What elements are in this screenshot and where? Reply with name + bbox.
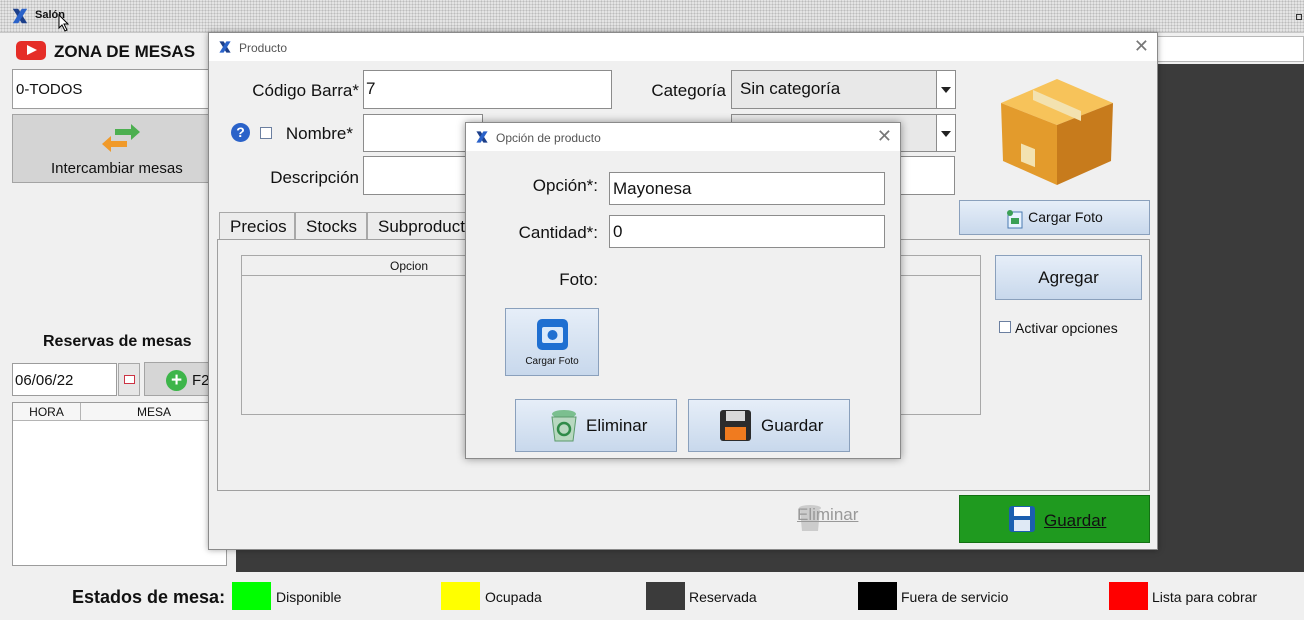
legend-label-reservada: Reservada xyxy=(689,589,757,605)
tab-stocks[interactable]: Stocks xyxy=(295,212,367,240)
barcode-label: Código Barra* xyxy=(252,81,359,100)
quantity-field[interactable]: 0 xyxy=(609,215,885,248)
reservation-date-field[interactable]: 06/06/22 xyxy=(12,363,117,396)
upload-photo-label: Cargar Foto xyxy=(1028,209,1103,225)
delete-product-button[interactable]: Eliminar xyxy=(797,505,858,525)
secondary-field[interactable] xyxy=(899,156,955,195)
main-titlebar: Salón xyxy=(0,0,1304,33)
video-icon[interactable] xyxy=(16,41,46,60)
barcode-field[interactable]: 7 xyxy=(363,70,612,109)
reservations-title: Reservas de mesas xyxy=(43,333,192,350)
chevron-down-icon xyxy=(936,115,955,151)
option-label: Opción*: xyxy=(532,176,598,195)
option-dialog-title: Opción de producto xyxy=(496,131,601,145)
app-logo-icon xyxy=(12,8,28,24)
activate-options-checkbox[interactable] xyxy=(999,321,1011,333)
floppy-disk-icon xyxy=(1009,506,1035,532)
photo-label: Foto: xyxy=(559,270,598,289)
legend-label-disponible: Disponible xyxy=(276,589,342,605)
legend-label-lista-cobrar: Lista para cobrar xyxy=(1152,589,1258,605)
product-dialog-title: Producto xyxy=(239,41,288,55)
category-label: Categoría xyxy=(651,81,726,100)
save-product-label: Guardar xyxy=(1044,511,1107,530)
delete-option-button[interactable]: Eliminar xyxy=(515,399,677,452)
nombre-checkbox[interactable] xyxy=(260,127,272,139)
column-header-opcion[interactable]: Opcion xyxy=(390,256,428,276)
option-upload-photo-label: Cargar Foto xyxy=(525,356,579,367)
zone-select[interactable]: 0-TODOS xyxy=(12,69,212,109)
tab-precios[interactable]: Precios xyxy=(219,212,295,240)
legend-title: Estados de mesa: xyxy=(72,587,226,607)
mouse-cursor-icon xyxy=(58,14,70,32)
legend-label-ocupada: Ocupada xyxy=(485,589,542,605)
legend-swatch-lista-cobrar xyxy=(1109,582,1148,610)
legend-swatch-ocupada xyxy=(441,582,480,610)
close-icon[interactable]: ✕ xyxy=(1134,36,1149,57)
legend-swatch-reservada xyxy=(646,582,685,610)
product-box-icon xyxy=(1001,79,1113,185)
save-option-label: Guardar xyxy=(761,416,824,435)
right-top-field[interactable] xyxy=(1157,36,1304,62)
delete-option-label: Eliminar xyxy=(586,416,648,435)
swap-tables-button[interactable]: Intercambiar mesas xyxy=(12,114,212,183)
camera-icon xyxy=(537,319,568,350)
tab-subproductos[interactable]: Subproduct xyxy=(367,212,475,240)
photo-upload-icon xyxy=(1007,210,1023,229)
zone-title: ZONA DE MESAS xyxy=(54,42,196,61)
column-header-hora[interactable]: HORA xyxy=(13,403,81,421)
help-icon[interactable]: ? xyxy=(231,123,250,142)
column-header-mesa[interactable]: MESA xyxy=(81,403,228,421)
description-label: Descripción xyxy=(270,168,359,187)
add-reservation-label: F2 xyxy=(192,372,210,389)
chevron-down-icon xyxy=(936,71,955,108)
app-logo-icon xyxy=(219,41,231,53)
category-select[interactable]: Sin categoría xyxy=(731,70,956,109)
window-restore-icon[interactable] xyxy=(1296,14,1302,20)
name-label: Nombre* xyxy=(285,124,353,143)
save-product-button[interactable]: Guardar xyxy=(959,495,1150,543)
option-field[interactable]: Mayonesa xyxy=(609,172,885,205)
legend-swatch-disponible xyxy=(232,582,271,610)
tables-area xyxy=(1157,64,1304,572)
close-icon[interactable]: ✕ xyxy=(877,126,892,147)
category-value: Sin categoría xyxy=(740,79,841,98)
floppy-disk-icon xyxy=(720,410,751,441)
reservations-table[interactable]: HORA MESA xyxy=(12,402,228,566)
add-option-button[interactable]: Agregar xyxy=(995,255,1142,300)
swap-arrows-icon xyxy=(102,124,140,152)
plus-icon: + xyxy=(166,370,187,391)
option-upload-photo-button[interactable]: Cargar Foto xyxy=(505,308,599,376)
add-reservation-button[interactable]: + F2 xyxy=(144,362,214,396)
product-option-dialog: Opción de producto ✕ Opción*: Mayonesa C… xyxy=(465,122,901,459)
legend-label-fuera-servicio: Fuera de servicio xyxy=(901,589,1009,605)
quantity-label: Cantidad*: xyxy=(518,223,598,242)
save-option-button[interactable]: Guardar xyxy=(688,399,850,452)
legend-swatch-fuera-servicio xyxy=(858,582,897,610)
option-dialog-titlebar: Opción de producto ✕ xyxy=(466,123,900,151)
recycle-bin-icon xyxy=(551,410,577,442)
tables-area-strip xyxy=(236,548,1157,572)
activate-options-label: Activar opciones xyxy=(1015,320,1118,336)
calendar-button[interactable] xyxy=(118,363,140,396)
swap-tables-label: Intercambiar mesas xyxy=(51,160,183,177)
app-logo-icon xyxy=(476,131,488,143)
product-dialog-titlebar: Producto ✕ xyxy=(209,33,1157,61)
upload-photo-button[interactable]: Cargar Foto xyxy=(959,200,1150,235)
calendar-icon xyxy=(124,375,135,384)
